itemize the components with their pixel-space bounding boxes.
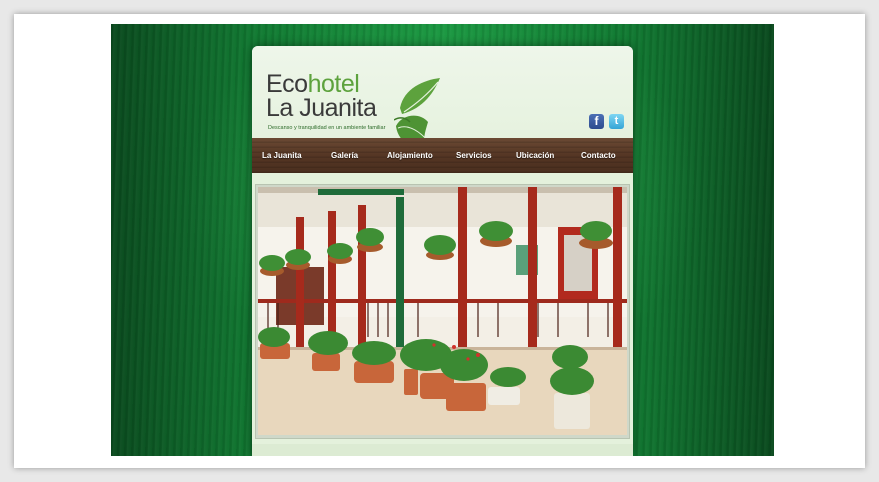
- twitter-button[interactable]: t: [609, 114, 624, 129]
- content-footer-strip: [252, 444, 633, 456]
- main-navigation: La Juanita Galería Alojamiento Servicios…: [252, 138, 633, 173]
- nav-item-ubicacion[interactable]: Ubicación: [516, 151, 554, 160]
- facebook-icon: f: [594, 114, 599, 128]
- site-container: Ecohotel La Juanita Descanso y tranquili…: [252, 46, 633, 456]
- logo-title-line2: La Juanita: [266, 94, 377, 122]
- courtyard-illustration: [258, 187, 627, 435]
- facebook-button[interactable]: f: [589, 114, 604, 129]
- logo-tagline: Descanso y tranquilidad en un ambiente f…: [268, 125, 386, 131]
- nav-item-la-juanita[interactable]: La Juanita: [262, 151, 302, 160]
- nav-item-alojamiento[interactable]: Alojamiento: [387, 151, 433, 160]
- nav-item-galeria[interactable]: Galería: [331, 151, 358, 160]
- main-content: [252, 173, 633, 456]
- gallery-frame: [255, 184, 630, 439]
- page-background: Ecohotel La Juanita Descanso y tranquili…: [111, 24, 774, 456]
- nav-item-contacto[interactable]: Contacto: [581, 151, 616, 160]
- hotel-courtyard-photo: [258, 187, 627, 435]
- nav-item-servicios[interactable]: Servicios: [456, 151, 492, 160]
- twitter-icon: t: [614, 115, 619, 127]
